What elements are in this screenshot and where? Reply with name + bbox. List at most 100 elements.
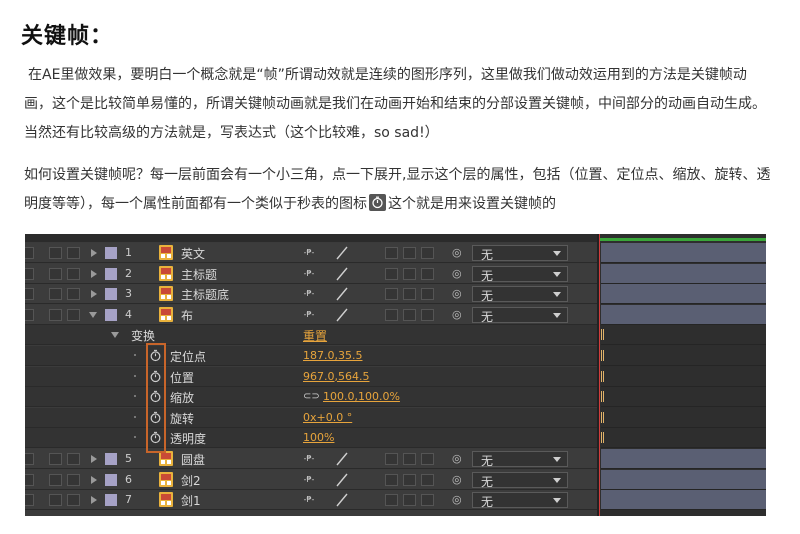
work-area-bar[interactable] — [599, 238, 766, 241]
layer-label-color[interactable] — [105, 308, 117, 321]
layer-duration-bar[interactable] — [601, 469, 766, 490]
expand-triangle-icon[interactable] — [91, 455, 97, 463]
parent-pickwhip-icon[interactable]: ◎ — [452, 267, 462, 280]
shy-icon[interactable]: -₱- — [302, 475, 316, 485]
current-time-indicator[interactable] — [599, 234, 600, 516]
solo-toggle[interactable] — [49, 473, 62, 486]
layer-name[interactable]: 英文 — [181, 245, 205, 262]
property-row[interactable]: 旋转 0x+0.0 ° — [25, 407, 597, 428]
layer-name[interactable]: 布 — [181, 307, 193, 324]
layer-label-color[interactable] — [105, 453, 117, 465]
layer-label-color[interactable] — [105, 247, 117, 259]
parent-dropdown[interactable]: 无 — [472, 245, 568, 262]
switch-box[interactable] — [403, 247, 416, 259]
parent-dropdown[interactable]: 无 — [472, 451, 568, 468]
layer-row[interactable]: 6 剑2 -₱- ◎ 无 — [25, 469, 597, 490]
lock-toggle[interactable] — [67, 473, 80, 486]
keyframe-marker[interactable] — [601, 350, 604, 361]
lock-toggle[interactable] — [67, 288, 80, 301]
layer-label-color[interactable] — [105, 473, 117, 486]
layer-duration-bar[interactable] — [601, 449, 766, 469]
layer-duration-bar[interactable] — [601, 284, 766, 305]
parent-pickwhip-icon[interactable]: ◎ — [452, 493, 462, 506]
switch-box[interactable] — [421, 267, 434, 280]
shy-icon[interactable]: -₱- — [302, 248, 316, 258]
expand-triangle-icon[interactable] — [91, 475, 97, 484]
parent-pickwhip-icon[interactable]: ◎ — [452, 246, 462, 259]
layer-name[interactable]: 主标题底 — [181, 286, 229, 303]
expand-triangle-icon[interactable] — [91, 249, 97, 257]
shy-icon[interactable]: -₱- — [302, 495, 316, 505]
solo-toggle[interactable] — [49, 453, 62, 465]
shy-icon[interactable]: -₱- — [302, 310, 316, 320]
layer-label-color[interactable] — [105, 288, 117, 301]
eye-toggle[interactable] — [25, 267, 34, 280]
shy-icon[interactable]: -₱- — [302, 269, 316, 279]
solo-toggle[interactable] — [49, 494, 62, 507]
layer-row[interactable]: 5 圆盘 -₱- ◎ 无 — [25, 449, 597, 469]
parent-dropdown[interactable]: 无 — [472, 492, 568, 509]
keyframe-marker[interactable] — [601, 391, 604, 403]
switch-box[interactable] — [403, 308, 416, 321]
parent-dropdown[interactable]: 无 — [472, 265, 568, 283]
quality-slash-icon[interactable] — [335, 308, 349, 322]
layer-row[interactable]: 1 英文 -₱- ◎ 无 — [25, 243, 597, 263]
layer-name[interactable]: 剑1 — [181, 492, 201, 509]
switch-box[interactable] — [403, 267, 416, 280]
keyframe-marker[interactable] — [601, 432, 604, 444]
shy-icon[interactable]: -₱- — [302, 454, 316, 464]
collapse-triangle-icon[interactable] — [111, 332, 119, 339]
switch-box[interactable] — [421, 308, 434, 321]
keyframe-marker[interactable] — [601, 329, 604, 341]
parent-dropdown[interactable]: 无 — [472, 471, 568, 489]
layer-duration-bar[interactable] — [601, 490, 766, 511]
layer-row[interactable]: 7 剑1 -₱- ◎ 无 — [25, 490, 597, 511]
layer-duration-bar[interactable] — [601, 243, 766, 263]
quality-slash-icon[interactable] — [335, 287, 349, 301]
shy-icon[interactable]: -₱- — [302, 289, 316, 299]
lock-toggle[interactable] — [67, 308, 80, 321]
quality-slash-icon[interactable] — [335, 246, 349, 260]
eye-toggle[interactable] — [25, 453, 34, 465]
keyframe-marker[interactable] — [601, 370, 604, 382]
property-row[interactable]: 透明度 100% — [25, 428, 597, 449]
switch-box[interactable] — [385, 288, 398, 301]
expand-triangle-icon[interactable] — [91, 496, 97, 505]
parent-pickwhip-icon[interactable]: ◎ — [452, 452, 462, 465]
lock-toggle[interactable] — [67, 247, 80, 259]
switch-box[interactable] — [403, 473, 416, 486]
layer-label-color[interactable] — [105, 494, 117, 507]
parent-pickwhip-icon[interactable]: ◎ — [452, 473, 462, 486]
solo-toggle[interactable] — [49, 267, 62, 280]
switch-box[interactable] — [385, 453, 398, 465]
lock-toggle[interactable] — [67, 494, 80, 507]
quality-slash-icon[interactable] — [335, 493, 349, 507]
parent-dropdown[interactable]: 无 — [472, 306, 568, 324]
switch-box[interactable] — [385, 247, 398, 259]
switch-box[interactable] — [421, 473, 434, 486]
layer-name[interactable]: 圆盘 — [181, 451, 205, 468]
layer-duration-bar[interactable] — [601, 304, 766, 325]
property-value[interactable]: 967.0,564.5 — [303, 370, 369, 383]
layer-label-color[interactable] — [105, 267, 117, 280]
eye-toggle[interactable] — [25, 473, 34, 486]
layer-name[interactable]: 主标题 — [181, 266, 217, 283]
switch-box[interactable] — [385, 494, 398, 507]
property-row[interactable]: 定位点 187.0,35.5 — [25, 346, 597, 366]
expand-triangle-icon[interactable] — [91, 290, 97, 299]
parent-dropdown[interactable]: 无 — [472, 286, 568, 303]
solo-toggle[interactable] — [49, 288, 62, 301]
layer-name[interactable]: 剑2 — [181, 472, 201, 489]
expand-triangle-icon[interactable] — [91, 269, 97, 278]
switch-box[interactable] — [385, 267, 398, 280]
layer-row[interactable]: 3 主标题底 -₱- ◎ 无 — [25, 284, 597, 305]
property-value[interactable]: 0x+0.0 ° — [303, 411, 352, 424]
switch-box[interactable] — [421, 247, 434, 259]
switch-box[interactable] — [421, 453, 434, 465]
eye-toggle[interactable] — [25, 494, 34, 507]
solo-toggle[interactable] — [49, 308, 62, 321]
property-row[interactable]: 缩放 ⊂⊃ 100.0,100.0% — [25, 387, 597, 408]
parent-pickwhip-icon[interactable]: ◎ — [452, 308, 462, 321]
switch-box[interactable] — [403, 453, 416, 465]
switch-box[interactable] — [385, 473, 398, 486]
